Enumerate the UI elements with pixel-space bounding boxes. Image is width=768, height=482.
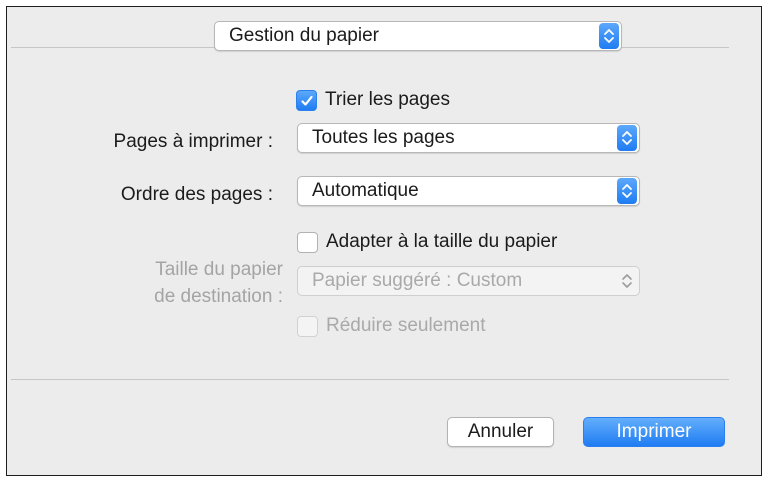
page-order-value: Automatique	[312, 180, 419, 201]
cancel-button[interactable]: Annuler	[447, 417, 554, 447]
destination-paper-size-popup: Papier suggéré : Custom	[297, 266, 640, 296]
pages-to-print-value: Toutes les pages	[312, 127, 455, 148]
checkmark-icon[interactable]	[296, 89, 317, 111]
paper-handling-popup-value: Gestion du papier	[229, 25, 379, 46]
updown-arrows-icon	[617, 125, 637, 151]
scale-to-fit-checkbox[interactable]: Adapter à la taille du papier	[297, 231, 557, 253]
destination-paper-size-label-line1: Taille du papier	[155, 259, 283, 280]
updown-arrows-icon	[617, 178, 637, 204]
destination-paper-size-label: Taille du papier de destination :	[154, 256, 283, 310]
updown-arrows-icon	[599, 23, 619, 49]
page-order-popup[interactable]: Automatique	[297, 176, 640, 206]
destination-paper-size-value: Papier suggéré : Custom	[312, 270, 523, 291]
checkbox-box[interactable]	[297, 231, 318, 253]
destination-paper-size-label-line2: de destination :	[154, 286, 283, 307]
collate-pages-label: Trier les pages	[325, 89, 450, 110]
updown-arrows-icon	[617, 268, 637, 294]
collate-pages-checkbox[interactable]: Trier les pages	[296, 89, 450, 111]
print-button[interactable]: Imprimer	[583, 417, 725, 447]
pages-to-print-label: Pages à imprimer :	[113, 131, 273, 152]
scale-to-fit-label: Adapter à la taille du papier	[326, 231, 558, 252]
bottom-separator	[11, 379, 729, 380]
page-order-label: Ordre des pages :	[120, 184, 273, 205]
pages-to-print-popup[interactable]: Toutes les pages	[297, 123, 640, 153]
paper-handling-popup[interactable]: Gestion du papier	[214, 21, 622, 51]
scale-down-only-label: Réduire seulement	[326, 315, 486, 336]
print-dialog: Gestion du papier Trier les pages Pages …	[6, 6, 762, 476]
scale-down-only-checkbox: Réduire seulement	[297, 315, 485, 337]
checkbox-box	[297, 315, 318, 337]
